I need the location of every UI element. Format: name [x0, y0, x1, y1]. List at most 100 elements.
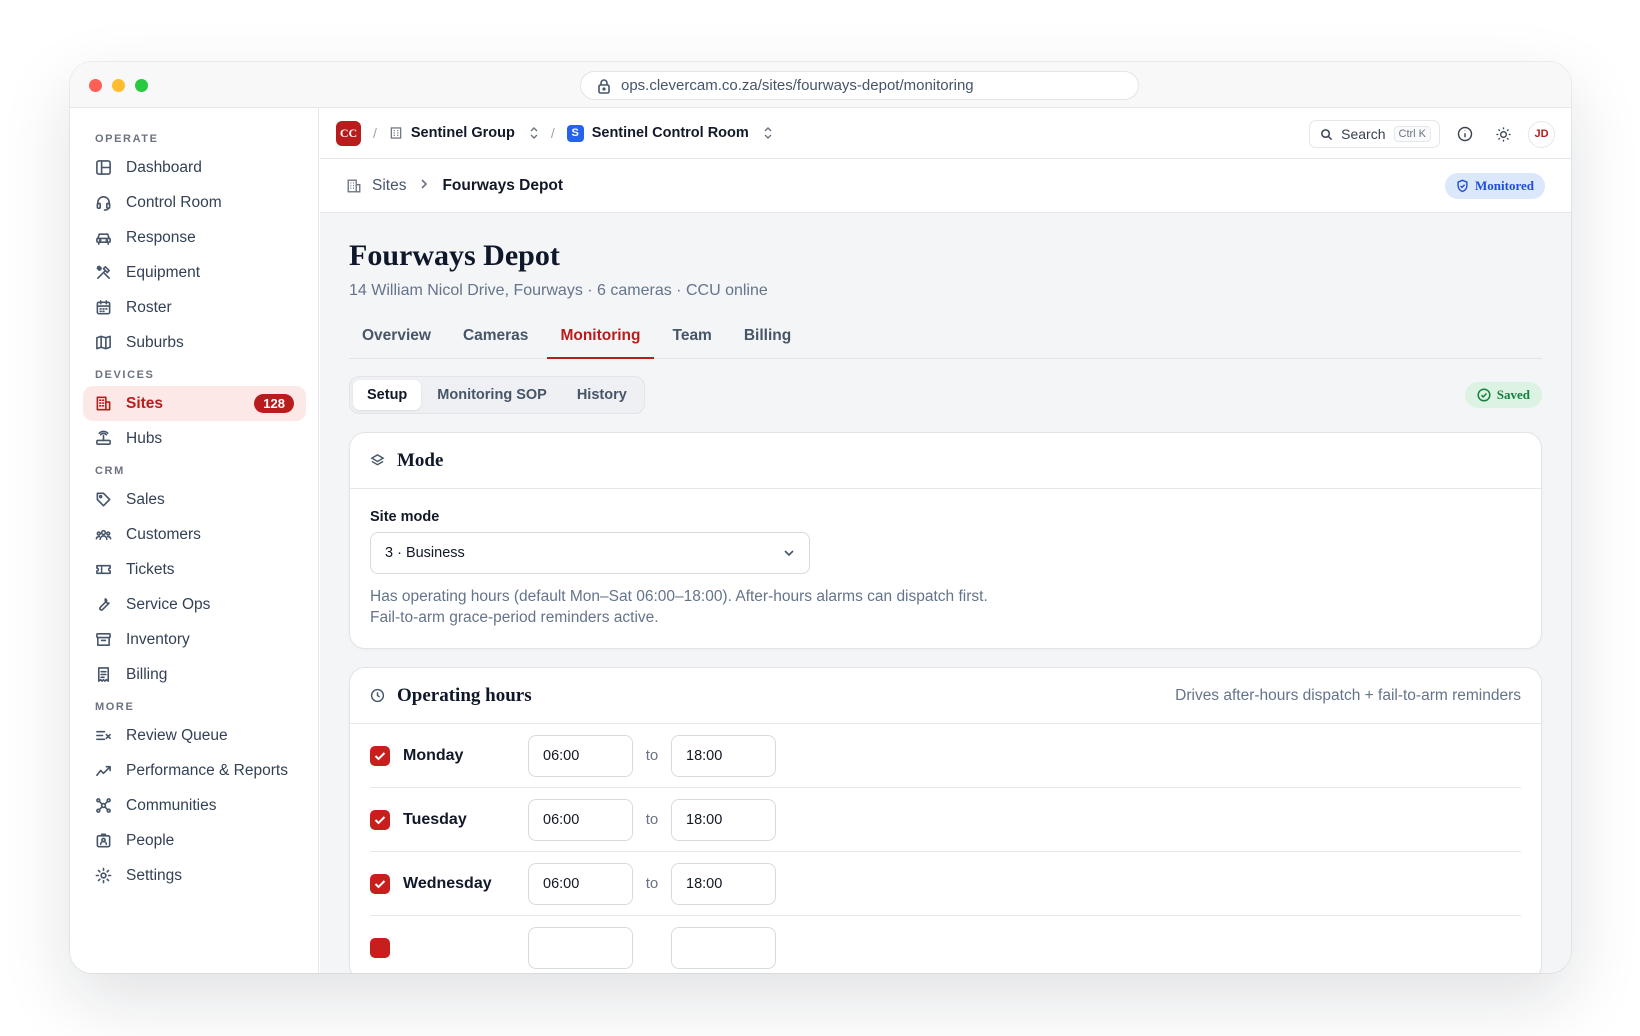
- browser-window: ops.clevercam.co.za/sites/fourways-depot…: [70, 62, 1571, 973]
- sidebar-item-suburbs[interactable]: Suburbs: [83, 325, 306, 360]
- sidebar-item-equipment[interactable]: Equipment: [83, 255, 306, 290]
- control-room-switcher[interactable]: S Sentinel Control Room: [566, 124, 773, 142]
- sidebar-item-control-room[interactable]: Control Room: [83, 185, 306, 220]
- sidebar-item-customers[interactable]: Customers: [83, 517, 306, 552]
- sites-count-badge: 128: [254, 394, 294, 413]
- subtab-row: Setup Monitoring SOP History Saved: [349, 376, 1542, 414]
- users-icon: [95, 529, 112, 541]
- day-enabled-checkbox[interactable]: [370, 873, 390, 894]
- close-window-button[interactable]: [89, 79, 102, 92]
- operating-hours-note: Drives after-hours dispatch + fail-to-ar…: [1175, 686, 1521, 704]
- day-enabled-checkbox[interactable]: [370, 745, 390, 766]
- operating-hours-card: Operating hours Drives after-hours dispa…: [349, 667, 1542, 973]
- check-icon: [374, 751, 386, 760]
- sidebar-item-tickets[interactable]: Tickets: [83, 552, 306, 587]
- breadcrumb-current: Fourways Depot: [442, 176, 564, 194]
- close-time-input[interactable]: [671, 927, 776, 969]
- sidebar-item-hubs[interactable]: Hubs: [83, 421, 306, 456]
- headset-icon: [96, 196, 111, 211]
- info-button[interactable]: [1452, 121, 1478, 147]
- nav-section-devices: DEVICES: [95, 369, 155, 381]
- day-row-tuesday: Tuesday 06:00 to 18:00: [370, 788, 1521, 852]
- avatar[interactable]: JD: [1528, 120, 1555, 148]
- site-mode-select[interactable]: 3 · Business: [370, 532, 810, 574]
- main-area: CC / Sentinel Group / S Sentinel Control…: [320, 108, 1571, 973]
- minimize-window-button[interactable]: [112, 79, 125, 92]
- sidebar-item-label: Hubs: [126, 429, 163, 447]
- sidebar-item-label: Service Ops: [126, 595, 211, 613]
- app-logo[interactable]: CC: [336, 120, 361, 146]
- nav-section-operate: OPERATE: [95, 133, 159, 145]
- sidebar-item-communities[interactable]: Communities: [83, 788, 306, 823]
- page-content: Fourways Depot 14 William Nicol Drive, F…: [320, 239, 1571, 973]
- sidebar-item-settings[interactable]: Settings: [83, 858, 306, 893]
- maximize-window-button[interactable]: [135, 79, 148, 92]
- day-name: Monday: [403, 746, 464, 764]
- open-time-input[interactable]: 06:00: [528, 862, 633, 905]
- sidebar-item-performance-reports[interactable]: Performance & Reports: [83, 753, 306, 788]
- sidebar-item-label: Sales: [126, 490, 165, 508]
- day-row-next: [370, 916, 1521, 973]
- day-name: Wednesday: [403, 874, 492, 892]
- org-name: Sentinel Group: [410, 125, 515, 141]
- sidebar-item-roster[interactable]: Roster: [83, 290, 306, 325]
- sidebar-item-label: Customers: [126, 525, 201, 543]
- site-mode-help: Has operating hours (default Mon–Sat 06:…: [370, 588, 988, 626]
- list-x-icon: [96, 730, 111, 741]
- router-icon: [96, 430, 111, 445]
- sidebar-item-sites[interactable]: Sites 128: [83, 386, 306, 421]
- open-time-input[interactable]: 06:00: [528, 798, 633, 841]
- close-time-input[interactable]: 18:00: [671, 798, 776, 841]
- shield-check-icon: [1457, 179, 1468, 193]
- tab-monitoring[interactable]: Monitoring: [547, 321, 654, 359]
- sidebar: OPERATE Dashboard Control Room Response …: [70, 108, 319, 973]
- mode-card-body: Site mode 3 · Business Has operating hou…: [350, 489, 1541, 648]
- page-subtitle: 14 William Nicol Drive, Fourways · 6 cam…: [349, 282, 768, 299]
- day-row-wednesday: Wednesday 06:00 to 18:00: [370, 852, 1521, 916]
- sidebar-item-service-ops[interactable]: Service Ops: [83, 587, 306, 622]
- id-badge-icon: [96, 833, 111, 848]
- check-circle-icon: [1477, 388, 1491, 402]
- site-tabs: Overview Cameras Monitoring Team Billing: [349, 321, 1542, 359]
- sidebar-item-sales[interactable]: Sales: [83, 482, 306, 517]
- sidebar-item-dashboard[interactable]: Dashboard: [83, 150, 306, 185]
- to-label: to: [645, 811, 659, 828]
- theme-toggle-button[interactable]: [1490, 121, 1516, 147]
- sidebar-item-response[interactable]: Response: [83, 220, 306, 255]
- subtab-history[interactable]: History: [563, 380, 641, 410]
- address-bar[interactable]: ops.clevercam.co.za/sites/fourways-depot…: [580, 71, 1139, 100]
- sidebar-item-billing[interactable]: Billing: [83, 657, 306, 692]
- org-switcher[interactable]: Sentinel Group: [389, 125, 539, 141]
- sidebar-item-label: Sites: [126, 394, 164, 412]
- sidebar-item-review-queue[interactable]: Review Queue: [83, 718, 306, 753]
- close-time-input[interactable]: 18:00: [671, 862, 776, 905]
- gear-icon: [95, 867, 112, 884]
- sidebar-item-label: Response: [126, 228, 196, 246]
- sidebar-item-label: Performance & Reports: [126, 761, 288, 779]
- tab-overview[interactable]: Overview: [349, 321, 444, 359]
- tab-team[interactable]: Team: [660, 321, 725, 359]
- sidebar-item-label: Review Queue: [126, 726, 228, 744]
- breadcrumb-sites-link[interactable]: Sites: [372, 177, 406, 195]
- tab-cameras[interactable]: Cameras: [450, 321, 542, 359]
- check-icon: [374, 879, 386, 888]
- close-time-input[interactable]: 18:00: [671, 734, 776, 777]
- mode-card-header: Mode: [350, 433, 1541, 489]
- topbar-separator: /: [373, 125, 377, 141]
- operating-hours-title: Operating hours: [397, 684, 532, 706]
- day-enabled-checkbox[interactable]: [370, 938, 390, 958]
- open-time-input[interactable]: [528, 927, 633, 969]
- ticket-icon: [96, 564, 111, 575]
- sidebar-item-people[interactable]: People: [83, 823, 306, 858]
- sidebar-item-label: Settings: [126, 866, 183, 884]
- tab-billing[interactable]: Billing: [731, 321, 804, 359]
- search-button[interactable]: Search Ctrl K: [1309, 120, 1440, 148]
- building-icon: [347, 179, 361, 192]
- open-time-input[interactable]: 06:00: [528, 734, 633, 777]
- subtab-setup[interactable]: Setup: [353, 380, 422, 410]
- sidebar-item-inventory[interactable]: Inventory: [83, 622, 306, 657]
- day-enabled-checkbox[interactable]: [370, 809, 390, 830]
- subtab-monitoring-sop[interactable]: Monitoring SOP: [423, 380, 561, 410]
- lock-icon: [598, 78, 610, 94]
- tag-icon: [96, 492, 111, 507]
